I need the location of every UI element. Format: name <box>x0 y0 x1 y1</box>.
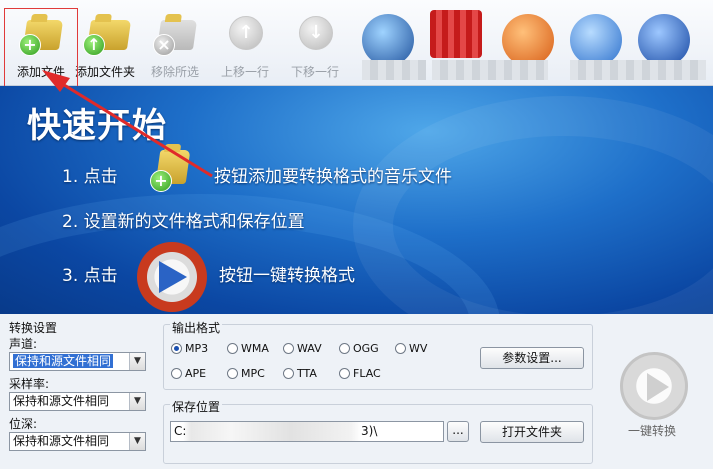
annotation-arrow <box>42 70 213 178</box>
